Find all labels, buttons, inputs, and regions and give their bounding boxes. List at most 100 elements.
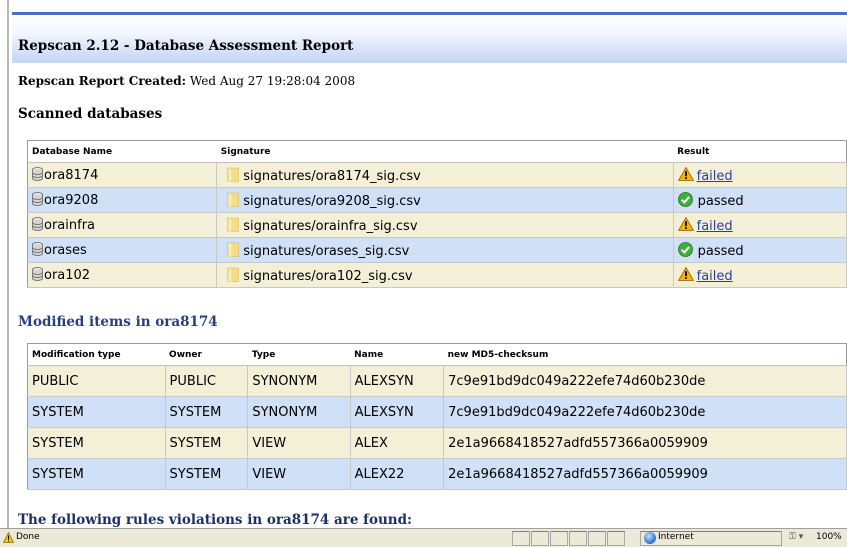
result-cell: passed xyxy=(673,237,847,263)
database-name: orases xyxy=(44,243,87,258)
table-row: ora102 signatures/ora102_sig.csv failed xyxy=(27,262,847,288)
column-header-md5: new MD5-checksum xyxy=(443,343,847,366)
column-header-owner: Owner xyxy=(165,343,248,366)
scanned-databases-table: Database Name Signature Result ora8174 si… xyxy=(27,140,847,288)
signature-cell: signatures/ora8174_sig.csv xyxy=(216,162,674,188)
signature-cell: signatures/orases_sig.csv xyxy=(216,237,674,263)
name-cell: ALEX xyxy=(350,427,445,459)
modification-type-cell: PUBLIC xyxy=(27,365,166,397)
result-cell: failed xyxy=(673,212,847,238)
warning-icon xyxy=(677,266,697,284)
database-icon xyxy=(32,217,44,233)
database-icon xyxy=(32,167,44,183)
signature-cell: signatures/ora102_sig.csv xyxy=(216,262,674,288)
owner-cell: PUBLIC xyxy=(165,365,249,397)
name-cell: ALEXSYN xyxy=(350,396,445,428)
result-failed-link[interactable]: failed xyxy=(697,169,733,184)
signature-path: signatures/orainfra_sig.csv xyxy=(243,218,418,234)
result-failed-link[interactable]: failed xyxy=(697,219,733,234)
status-pane xyxy=(550,531,568,546)
type-cell: SYNONYM xyxy=(247,365,351,397)
table-row: ora8174 signatures/ora8174_sig.csv failed xyxy=(27,162,847,188)
created-label: Repscan Report Created: xyxy=(18,74,187,88)
table-row: SYSTEM SYSTEM VIEW ALEX 2e1a9668418527adfd55… xyxy=(27,427,847,459)
md5-cell: 2e1a9668418527adfd557366a0059909 xyxy=(443,427,847,459)
modification-type-cell: SYSTEM xyxy=(27,458,166,490)
column-header-database-name: Database Name xyxy=(27,140,217,163)
modification-type-cell: SYSTEM xyxy=(27,396,166,428)
table-row: SYSTEM SYSTEM VIEW ALEX22 2e1a9668418527adfd… xyxy=(27,458,847,490)
database-name-cell: orainfra xyxy=(27,212,218,238)
column-header-signature: Signature xyxy=(216,140,674,163)
type-cell: VIEW xyxy=(247,458,351,490)
modification-type-cell: SYSTEM xyxy=(27,427,166,459)
zone-label: Internet xyxy=(658,532,694,542)
column-header-type: Type xyxy=(247,343,351,366)
result-cell: failed xyxy=(673,262,847,288)
result-failed-link[interactable]: failed xyxy=(697,269,733,284)
modified-items-table: Modification type Owner Type Name new MD… xyxy=(27,343,847,490)
table-row: orases signatures/orases_sig.csv passed xyxy=(27,237,847,263)
signature-path: signatures/ora8174_sig.csv xyxy=(243,168,421,184)
owner-cell: SYSTEM xyxy=(165,458,249,490)
database-name: ora9208 xyxy=(44,193,99,208)
database-icon xyxy=(32,267,44,283)
result-passed: passed xyxy=(697,243,744,259)
name-cell: ALEX22 xyxy=(350,458,445,490)
signature-cell: signatures/orainfra_sig.csv xyxy=(216,212,674,238)
type-cell: VIEW xyxy=(247,427,351,459)
rules-violations-heading: The following rules violations in ora817… xyxy=(18,512,413,528)
result-passed: passed xyxy=(697,193,744,209)
signature-path: signatures/orases_sig.csv xyxy=(243,243,410,259)
database-name-cell: ora8174 xyxy=(27,162,218,188)
result-cell: passed xyxy=(673,187,847,213)
signature-cell: signatures/ora9208_sig.csv xyxy=(216,187,674,213)
column-header-modification-type: Modification type xyxy=(27,343,166,366)
table-header-row: Modification type Owner Type Name new MD… xyxy=(27,343,847,366)
table-row: orainfra signatures/orainfra_sig.csv faile… xyxy=(27,212,847,238)
zoom-level-button[interactable]: 100% xyxy=(816,532,842,542)
database-name-cell: ora102 xyxy=(27,262,218,288)
column-header-result: Result xyxy=(673,140,847,163)
status-pane xyxy=(512,531,530,546)
file-icon xyxy=(221,192,243,209)
table-header-row: Database Name Signature Result xyxy=(27,140,847,163)
status-pane xyxy=(607,531,625,546)
column-header-name: Name xyxy=(350,343,444,366)
check-icon xyxy=(677,191,698,209)
table-row: ora9208 signatures/ora9208_sig.csv passed xyxy=(27,187,847,213)
file-icon xyxy=(221,242,243,259)
signature-path: signatures/ora102_sig.csv xyxy=(243,268,413,284)
status-pane xyxy=(531,531,549,546)
protected-mode-icon[interactable]: ⚿ ▾ xyxy=(789,532,803,542)
modified-items-heading: Modified items in ora8174 xyxy=(18,314,218,330)
table-row: PUBLIC PUBLIC SYNONYM ALEXSYN 7c9e91bd9dc049… xyxy=(27,365,847,397)
status-pane xyxy=(588,531,606,546)
internet-zone-icon xyxy=(644,532,656,544)
left-border xyxy=(7,0,9,528)
warning-small-icon xyxy=(3,532,14,543)
type-cell: SYNONYM xyxy=(247,396,351,428)
owner-cell: SYSTEM xyxy=(165,396,249,428)
created-value: Wed Aug 27 19:28:04 2008 xyxy=(189,74,356,88)
database-name: orainfra xyxy=(44,218,96,233)
warning-icon xyxy=(677,166,697,184)
database-name-cell: ora9208 xyxy=(27,187,218,213)
file-icon xyxy=(221,167,243,184)
table-row: SYSTEM SYSTEM SYNONYM ALEXSYN 7c9e91bd9dc049… xyxy=(27,396,847,428)
owner-cell: SYSTEM xyxy=(165,427,249,459)
database-icon xyxy=(32,242,44,258)
database-name-cell: orases xyxy=(27,237,218,263)
database-name: ora8174 xyxy=(44,168,99,183)
status-bar: Done Internet ⚿ ▾ 100% xyxy=(0,528,847,547)
file-icon xyxy=(221,217,243,234)
status-text: Done xyxy=(16,532,40,542)
database-name: ora102 xyxy=(44,268,91,283)
name-cell: ALEXSYN xyxy=(350,365,445,397)
report-created: Repscan Report Created: Wed Aug 27 19:28… xyxy=(18,74,355,88)
status-pane xyxy=(569,531,587,546)
report-page: Repscan 2.12 - Database Assessment Repor… xyxy=(0,0,847,528)
md5-cell: 2e1a9668418527adfd557366a0059909 xyxy=(443,458,847,490)
warning-icon xyxy=(677,216,697,234)
check-icon xyxy=(677,241,698,259)
